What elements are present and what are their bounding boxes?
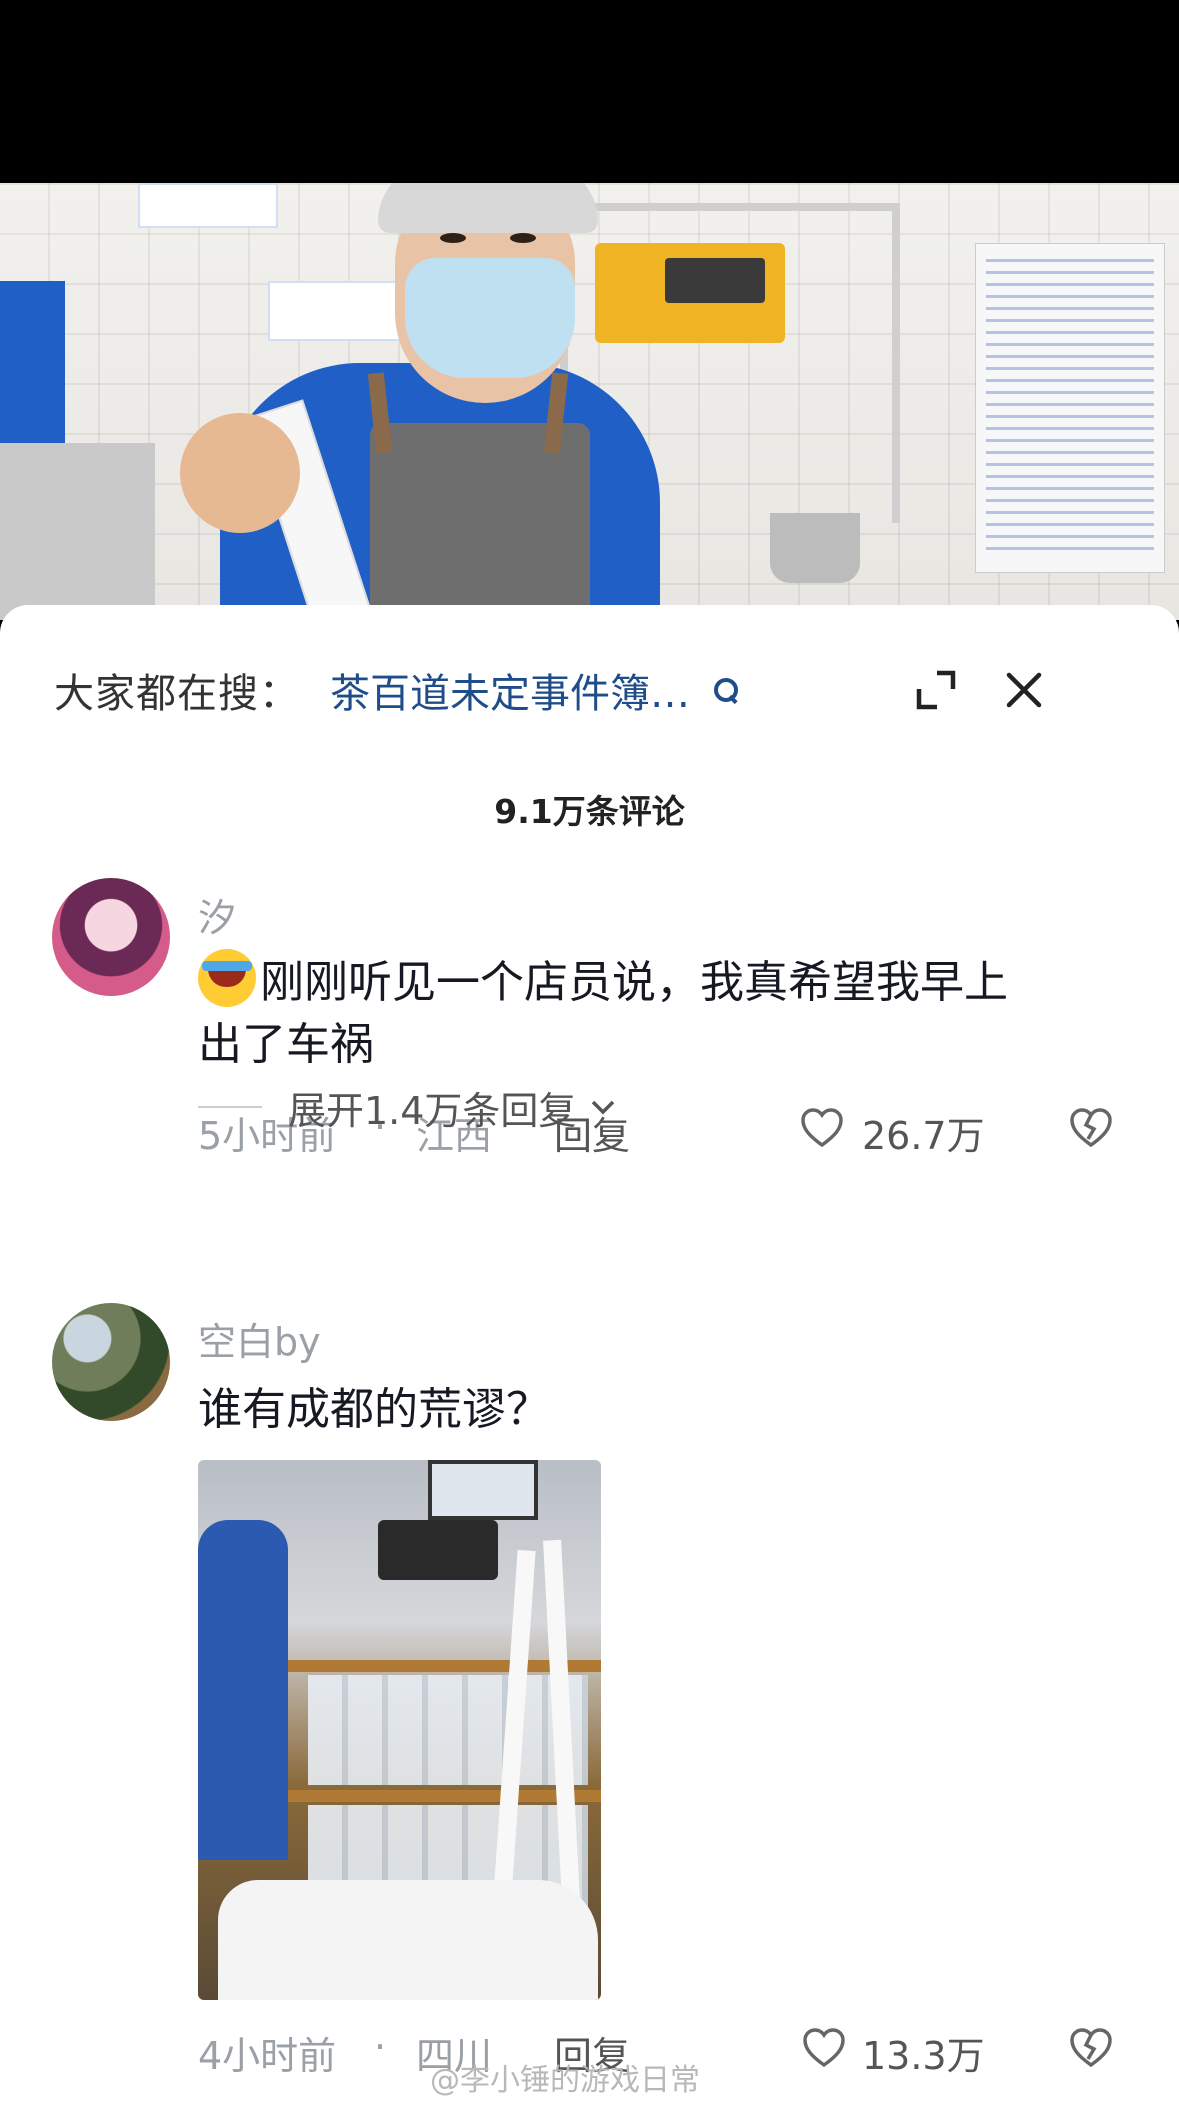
- like-count: 26.7万: [862, 1114, 985, 1158]
- face-mask: [405, 258, 575, 378]
- watermark: @李小锤的游戏日常: [430, 2063, 700, 2098]
- comment-text-line: 出了车祸: [198, 1019, 374, 1070]
- receipt-pile: [218, 1880, 598, 2000]
- receipt-printer: [378, 1520, 498, 1580]
- trending-search-term[interactable]: 茶百道未定事件簿…: [330, 661, 690, 719]
- employee: [198, 1520, 288, 1860]
- eye: [510, 233, 536, 243]
- chevron-down-icon: [592, 1100, 615, 1115]
- shelf: [288, 1790, 601, 1802]
- broken-heart-icon[interactable]: [1068, 2025, 1114, 2071]
- trending-search-bar: 大家都在搜： 茶百道未定事件簿…: [54, 655, 1125, 725]
- heart-icon[interactable]: [802, 2027, 846, 2071]
- wall-poster: [268, 281, 413, 341]
- search-icon[interactable]: [710, 675, 740, 705]
- expand-replies-label: 展开1.4万条回复: [288, 1088, 577, 1133]
- trending-search-label: 大家都在搜：: [54, 671, 300, 717]
- status-area: [0, 0, 1179, 183]
- comment-text: 谁有成都的荒谬？: [198, 1384, 550, 1435]
- comment-text-line: 刚刚听见一个店员说，我真希望我早上: [260, 957, 1008, 1008]
- pos-monitor: [428, 1460, 538, 1520]
- broken-heart-icon[interactable]: [1068, 1105, 1114, 1151]
- steel-pot: [770, 513, 860, 583]
- avatar[interactable]: [52, 878, 170, 996]
- comment-time: 4小时前: [198, 2034, 337, 2078]
- comment-photo[interactable]: [198, 1460, 601, 2000]
- crying-laughing-emoji-icon: [198, 949, 256, 1007]
- video-player[interactable]: [0, 183, 1179, 620]
- expand-icon[interactable]: [915, 669, 957, 711]
- machine-panel: [665, 258, 765, 303]
- avatar[interactable]: [52, 1303, 170, 1421]
- order-board: [975, 243, 1165, 573]
- employee-hand: [180, 413, 300, 533]
- comment-username[interactable]: 汐: [198, 887, 236, 942]
- cup-stack: [308, 1675, 588, 1785]
- sink: [0, 443, 155, 620]
- close-icon[interactable]: [1003, 669, 1045, 711]
- comments-sheet: 大家都在搜： 茶百道未定事件簿… 9.1万条评论 汐 刚刚听见一个店员说，我真希…: [0, 605, 1179, 2114]
- wall-poster: [138, 183, 278, 228]
- expand-replies-button[interactable]: 展开1.4万条回复: [198, 1082, 618, 1133]
- heart-icon[interactable]: [800, 1107, 844, 1151]
- meta-separator: ·: [374, 2025, 387, 2069]
- like-count: 13.3万: [862, 2034, 985, 2078]
- employee-cap: [378, 183, 598, 233]
- comment-count-title: 9.1万条评论: [494, 792, 685, 831]
- eye: [440, 233, 466, 243]
- comment-username[interactable]: 空白by: [198, 1311, 321, 1366]
- divider: [198, 1106, 262, 1108]
- comment-text: 刚刚听见一个店员说，我真希望我早上 出了车祸: [198, 949, 1128, 1076]
